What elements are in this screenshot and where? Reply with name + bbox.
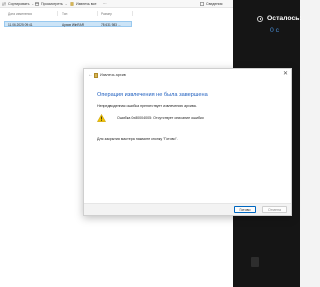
column-divider [132,11,133,16]
error-message: Непредвиденная ошибка препятствует извле… [97,104,197,108]
explorer-toolbar: Сортировать ⌄ Просмотреть ⌄ Извлечь все … [0,0,233,8]
cancel-button[interactable]: Отмена [262,206,287,213]
sort-icon [2,2,6,6]
extract-icon [70,2,74,6]
file-date: 11.06.2025 09:41 [8,22,33,27]
finish-hint: Для закрытия мастера нажмите кнопку "Гот… [97,137,178,141]
extract-all-button[interactable]: Извлечь все [70,1,96,7]
dialog-window-title: Извлечь архив [100,73,126,77]
details-label: Сведения [206,2,223,6]
warning-icon [97,114,106,122]
sort-button[interactable]: Сортировать ⌄ [2,1,34,7]
chevron-down-icon: ⌄ [64,2,68,6]
remaining-value: 0 с [270,27,280,34]
back-arrow-icon[interactable]: ← [88,73,93,78]
extract-all-label: Извлечь все [76,2,97,6]
view-label: Просмотреть [41,2,63,6]
column-header-size[interactable]: Размер [101,12,112,16]
view-button[interactable]: Просмотреть ⌄ [35,1,67,7]
dialog-heading: Операция извлечения не была завершена [97,92,208,98]
dialog-footer: Готово Отмена [84,203,291,215]
panel-button[interactable] [251,257,259,267]
chevron-down-icon: ⌄ [31,2,34,6]
close-icon[interactable]: ✕ [283,71,288,77]
column-divider [97,11,98,16]
error-code-text: Ошибка 0x80004005: Отсутствует описание … [117,116,204,120]
remaining-label: Осталось: [267,15,302,22]
more-button[interactable]: ··· [103,1,107,7]
sort-label: Сортировать [8,2,30,6]
column-divider [57,11,58,16]
column-header-date[interactable]: Дата изменения [8,12,32,16]
details-button[interactable]: Сведения [200,1,222,7]
file-size: 78 631 983 ... [101,22,121,27]
column-header-type[interactable]: Тип [62,12,67,16]
file-type: Архив WinRAR [62,22,85,27]
done-button[interactable]: Готово [234,206,256,213]
details-icon [200,2,204,6]
view-icon [35,2,39,6]
zip-folder-icon [94,73,98,78]
extract-error-dialog: ← Извлечь архив ✕ Операция извлечения не… [83,68,292,216]
more-icon: ··· [103,2,107,6]
clock-icon [257,16,263,22]
